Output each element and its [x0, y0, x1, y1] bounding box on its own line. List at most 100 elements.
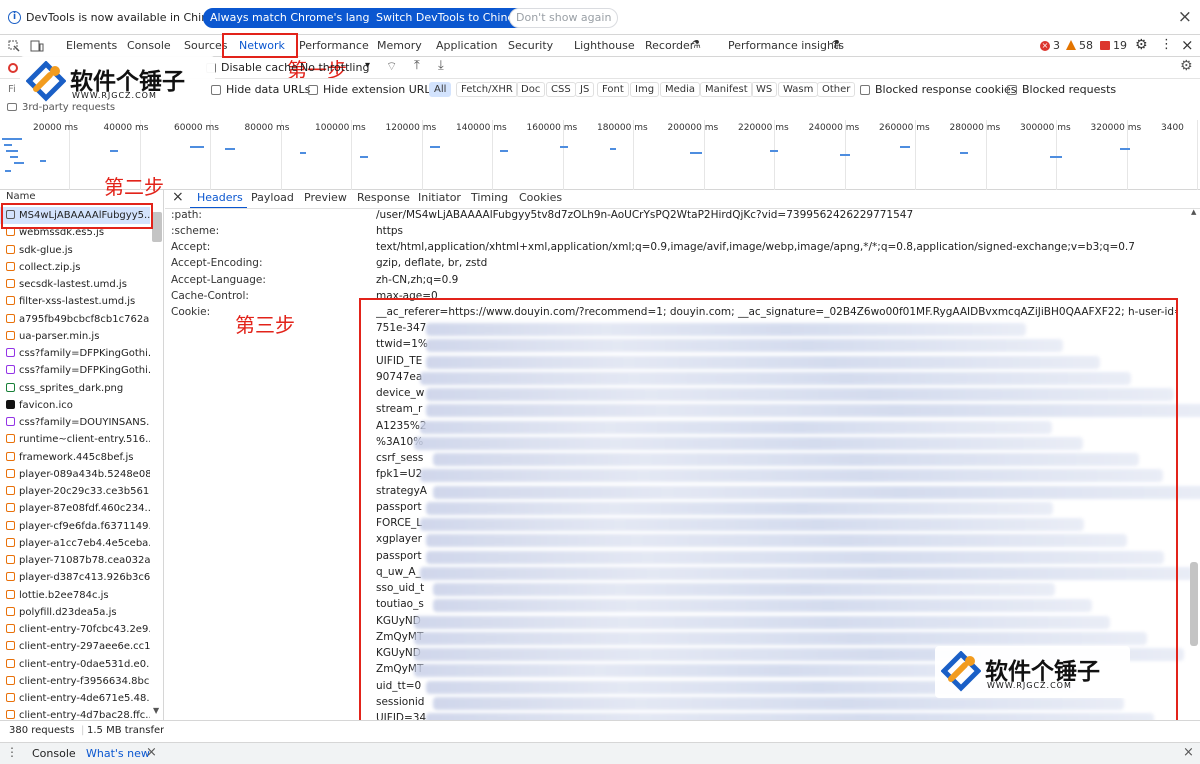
filter-type-fetch-xhr[interactable]: Fetch/XHR [456, 82, 518, 97]
tab-elements[interactable]: Elements [66, 39, 117, 52]
scroll-down-icon[interactable]: ▼ [153, 706, 159, 715]
detail-tab-headers[interactable]: Headers [197, 191, 243, 204]
js-file-icon [6, 503, 15, 513]
filter-type-ws[interactable]: WS [751, 82, 778, 97]
request-row[interactable]: polyfill.d23dea5a.js [0, 604, 150, 621]
warning-count[interactable]: 58 [1079, 39, 1093, 52]
filter-type-font[interactable]: Font [597, 82, 629, 97]
filter-type-media[interactable]: Media [660, 82, 701, 97]
tab-performance[interactable]: Performance [299, 39, 369, 52]
network-conditions-icon[interactable]: ⌔ [386, 59, 397, 74]
request-row[interactable]: secsdk-lastest.umd.js [0, 276, 150, 293]
request-row[interactable]: client-entry-f3956634.8bc... [0, 673, 150, 690]
request-row[interactable]: lottie.b2ee784c.js [0, 587, 150, 604]
name-column-header[interactable]: Name [6, 191, 36, 202]
request-row[interactable]: player-cf9e6fda.f6371149.js [0, 518, 150, 535]
filter-type-all[interactable]: All [429, 82, 452, 97]
issues-count[interactable]: 19 [1113, 39, 1127, 52]
transferred-size: 1.5 MB transferre [87, 725, 164, 736]
request-name: ua-parser.min.js [19, 330, 100, 342]
detail-tab-payload[interactable]: Payload [251, 191, 294, 204]
inspect-element-icon[interactable] [8, 40, 20, 52]
request-row[interactable]: player-d387c413.926b3c6... [0, 569, 150, 586]
dont-show-again-button[interactable]: Don't show again [509, 8, 619, 28]
timeline-overview[interactable]: 20000 ms 40000 ms 60000 ms 80000 ms 100000 m… [0, 120, 1200, 190]
filter-type-css[interactable]: CSS [546, 82, 576, 97]
filter-type-wasm[interactable]: Wasm [778, 82, 819, 97]
drawer-menu-icon[interactable]: ⋮ [6, 745, 18, 759]
request-list-scrollbar[interactable] [152, 212, 162, 242]
close-devtools-icon[interactable]: × [1181, 36, 1194, 54]
error-count[interactable]: 3 [1053, 39, 1060, 52]
request-row[interactable]: client-entry-4de671e5.48... [0, 690, 150, 707]
request-row[interactable]: collect.zip.js [0, 259, 150, 276]
close-icon[interactable]: × [1178, 7, 1192, 27]
request-row[interactable]: player-71087b78.cea032a... [0, 552, 150, 569]
hide-data-urls-checkbox[interactable]: Hide data URLs [211, 83, 310, 96]
disable-cache-checkbox[interactable]: Disable cache [206, 61, 298, 74]
filter-type-js[interactable]: JS [575, 82, 595, 97]
request-row[interactable]: client-entry-0dae531d.e0... [0, 656, 150, 673]
tab-console[interactable]: Console [127, 39, 171, 52]
detail-tab-initiator[interactable]: Initiator [418, 191, 461, 204]
drawer-tab-whats-new[interactable]: What's new [86, 747, 150, 760]
detail-tab-timing[interactable]: Timing [471, 191, 508, 204]
request-row[interactable]: filter-xss-lastest.umd.js [0, 293, 150, 310]
tab-security[interactable]: Security [508, 39, 553, 52]
filter-type-img[interactable]: Img [630, 82, 660, 97]
more-options-icon[interactable]: ⋮ [1160, 37, 1173, 52]
hide-extension-urls-checkbox[interactable]: Hide extension URLs [308, 83, 436, 96]
dropdown-caret-icon[interactable]: ▾ [365, 60, 370, 71]
request-name: client-entry-f3956634.8bc... [19, 675, 150, 687]
request-row[interactable]: css?family=DOUYINSANS... [0, 414, 150, 431]
request-row[interactable]: css_sprites_dark.png [0, 380, 150, 397]
request-row[interactable]: player-089a434b.5248e08... [0, 466, 150, 483]
export-har-icon[interactable]: ⤓ [438, 58, 444, 73]
request-row[interactable]: client-entry-70fcbc43.2e9... [0, 621, 150, 638]
tab-memory[interactable]: Memory [377, 39, 422, 52]
filter-type-other[interactable]: Other [817, 82, 856, 97]
close-whats-new-icon[interactable]: × [146, 745, 157, 760]
blocked-requests-checkbox[interactable]: Blocked requests [1007, 83, 1116, 96]
timeline-tick-label: 320000 ms [1090, 123, 1142, 133]
tab-lighthouse[interactable]: Lighthouse [574, 39, 635, 52]
third-party-checkbox[interactable]: 3rd-party requests [7, 103, 115, 114]
tab-sources[interactable]: Sources [184, 39, 228, 52]
watermark-url: WWW.RJGCZ.COM [72, 91, 157, 100]
settings-gear-icon[interactable]: ⚙ [1135, 37, 1148, 53]
tab-performance-insights[interactable]: Performance insights [728, 39, 844, 52]
request-row[interactable]: player-87e08fdf.460c234... [0, 500, 150, 517]
request-row[interactable]: client-entry-4d7bac28.ffc... [0, 707, 150, 720]
blocked-response-cookies-checkbox[interactable]: Blocked response cookies [860, 83, 1017, 96]
request-row[interactable]: css?family=DFPKingGothi... [0, 362, 150, 379]
throttling-select[interactable]: No throttling [300, 61, 369, 74]
request-row[interactable]: player-20c29c33.ce3b561... [0, 483, 150, 500]
request-row[interactable]: ua-parser.min.js [0, 328, 150, 345]
filter-input[interactable]: Fi [8, 84, 16, 95]
request-row[interactable]: css?family=DFPKingGothi... [0, 345, 150, 362]
request-row[interactable]: sdk-glue.js [0, 242, 150, 259]
details-scrollbar[interactable] [1190, 562, 1198, 646]
request-row[interactable]: favicon.ico [0, 397, 150, 414]
timeline-request-bar [190, 146, 204, 148]
scroll-up-icon[interactable]: ▲ [1191, 208, 1196, 216]
request-row[interactable]: a795fb49bcbcf8cb1c762a... [0, 311, 150, 328]
filter-type-doc[interactable]: Doc [516, 82, 546, 97]
device-toolbar-icon[interactable] [30, 40, 44, 52]
request-row[interactable]: client-entry-297aee6e.cc1... [0, 638, 150, 655]
filter-type-manifest[interactable]: Manifest [700, 82, 753, 97]
close-details-icon[interactable]: × [172, 190, 184, 205]
import-har-icon[interactable]: ⤒ [414, 58, 420, 73]
request-row[interactable]: player-a1cc7eb4.4e5ceba... [0, 535, 150, 552]
record-icon[interactable] [8, 63, 18, 73]
drawer-tab-console[interactable]: Console [32, 747, 76, 760]
request-row[interactable]: framework.445c8bef.js [0, 449, 150, 466]
request-row[interactable]: runtime~client-entry.516... [0, 431, 150, 448]
detail-tab-response[interactable]: Response [357, 191, 410, 204]
tab-recorder[interactable]: Recorder [645, 39, 694, 52]
tab-application[interactable]: Application [436, 39, 497, 52]
detail-tab-preview[interactable]: Preview [304, 191, 347, 204]
network-settings-gear-icon[interactable]: ⚙ [1180, 58, 1193, 74]
close-drawer-icon[interactable]: × [1183, 745, 1194, 760]
detail-tab-cookies[interactable]: Cookies [519, 191, 562, 204]
